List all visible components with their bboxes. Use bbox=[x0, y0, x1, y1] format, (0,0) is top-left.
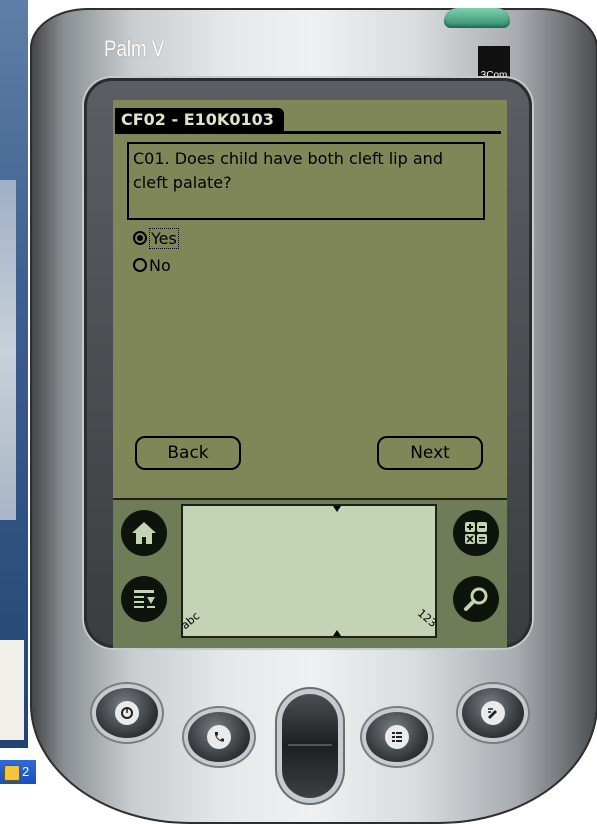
date-book-button[interactable] bbox=[96, 688, 158, 738]
radio-unselected-icon[interactable] bbox=[133, 258, 147, 272]
phone-book-button[interactable] bbox=[188, 712, 250, 762]
back-button[interactable]: Back bbox=[135, 436, 241, 470]
power-button[interactable] bbox=[444, 8, 510, 28]
todo-list-icon bbox=[385, 725, 409, 749]
option-no[interactable]: No bbox=[133, 255, 171, 275]
graffiti-writing-area[interactable]: abc 123 bbox=[178, 504, 440, 638]
option-no-label[interactable]: No bbox=[149, 256, 171, 275]
find-icon[interactable] bbox=[453, 576, 499, 622]
silkscreen-panel: abc 123 bbox=[113, 498, 507, 648]
option-yes[interactable]: Yes bbox=[133, 227, 179, 249]
menu-icon[interactable] bbox=[121, 576, 167, 622]
lcd-screen: CF02 - E10K0103 C01. Does child have bot… bbox=[113, 100, 507, 498]
desktop-window-edge bbox=[0, 180, 16, 520]
taskbar-app-icon bbox=[4, 765, 20, 781]
memo-pad-button[interactable] bbox=[462, 688, 524, 738]
desktop-background bbox=[0, 0, 28, 824]
graffiti-divider-bottom bbox=[333, 630, 341, 636]
brand-label: Palm V bbox=[104, 36, 165, 61]
taskbar-item-label: 2 bbox=[22, 764, 30, 779]
scroll-rocker[interactable] bbox=[282, 694, 338, 798]
radio-selected-icon[interactable] bbox=[133, 231, 147, 245]
home-icon[interactable] bbox=[121, 510, 167, 556]
next-button[interactable]: Next bbox=[377, 436, 483, 470]
question-text: C01. Does child have both cleft lip and … bbox=[127, 142, 485, 220]
calculator-icon[interactable] bbox=[453, 510, 499, 556]
taskbar-item[interactable]: 2 bbox=[0, 760, 36, 784]
graffiti-alpha-label: abc bbox=[178, 609, 203, 632]
memo-pad-icon bbox=[481, 701, 505, 725]
graffiti-divider-top bbox=[333, 506, 341, 512]
title-divider bbox=[115, 131, 501, 134]
desktop-window-edge-lower bbox=[0, 640, 24, 740]
todo-list-button[interactable] bbox=[366, 712, 428, 762]
option-yes-label[interactable]: Yes bbox=[149, 227, 179, 249]
scroll-rocker-divider bbox=[288, 744, 332, 746]
graffiti-numeric-label: 123 bbox=[414, 606, 440, 630]
date-book-icon bbox=[115, 701, 139, 725]
phone-book-icon bbox=[207, 725, 231, 749]
form-title: CF02 - E10K0103 bbox=[115, 108, 284, 132]
